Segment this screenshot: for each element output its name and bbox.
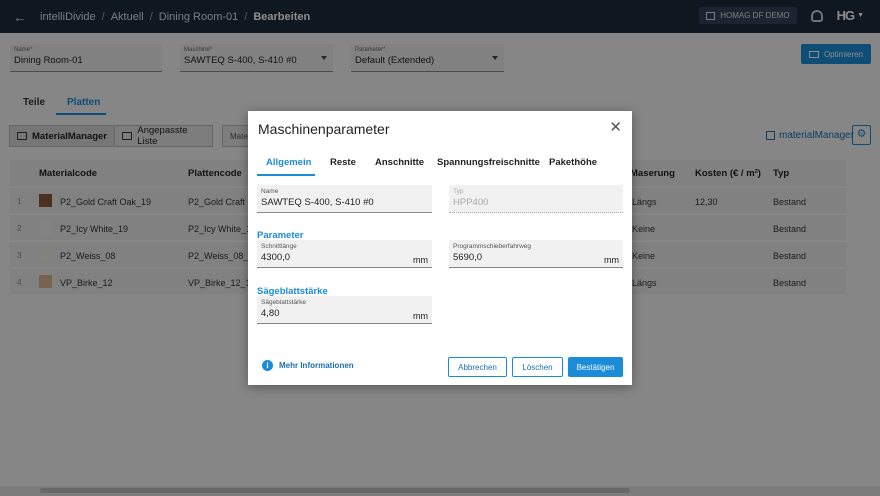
cut-length-label: Schnittlänge	[261, 243, 297, 250]
cut-length-input[interactable]: Schnittlänge 4300,0 mm	[257, 240, 432, 268]
more-info-label: Mehr Informationen	[279, 361, 354, 370]
pusher-travel-value: 5690,0	[453, 252, 483, 263]
type-field-label: Typ	[453, 188, 464, 195]
type-field-value: HPP400	[453, 197, 489, 208]
pusher-travel-input[interactable]: Programmschieberfahrweg 5690,0 mm	[449, 240, 623, 268]
machine-parameters-dialog: Maschinenparameter ✕ Allgemein Reste Ans…	[248, 111, 632, 385]
dialog-title: Maschinenparameter	[258, 121, 390, 137]
unit-label: mm	[604, 255, 619, 265]
tab-reste[interactable]: Reste	[330, 157, 356, 168]
name-input-label: Name	[261, 188, 279, 195]
unit-label: mm	[413, 255, 428, 265]
info-icon: i	[262, 360, 273, 371]
cut-length-value: 4300,0	[261, 252, 291, 263]
tab-pakethoehe[interactable]: Pakethöhe	[549, 157, 597, 168]
close-icon[interactable]: ✕	[609, 118, 622, 136]
tab-allgemein[interactable]: Allgemein	[266, 157, 311, 168]
name-input-value: SAWTEQ S-400, S-410 #0	[261, 197, 374, 208]
tab-spannungsfreischnitte[interactable]: Spannungsfreischnitte	[437, 157, 540, 168]
saw-blade-thickness-label: Sägeblattstärke	[261, 299, 307, 306]
confirm-button[interactable]: Bestätigen	[568, 357, 623, 377]
active-tab-indicator	[257, 174, 315, 176]
pusher-travel-label: Programmschieberfahrweg	[453, 243, 532, 250]
tab-anschnitte[interactable]: Anschnitte	[375, 157, 424, 168]
name-input[interactable]: Name SAWTEQ S-400, S-410 #0	[257, 185, 432, 213]
saw-blade-thickness-input[interactable]: Sägeblattstärke 4,80 mm	[257, 296, 432, 324]
more-info-link[interactable]: i Mehr Informationen	[262, 360, 354, 371]
saw-blade-thickness-value: 4,80	[261, 308, 280, 319]
delete-button[interactable]: Löschen	[512, 357, 563, 377]
cancel-button[interactable]: Abbrechen	[448, 357, 507, 377]
type-field: Typ HPP400	[449, 185, 623, 213]
unit-label: mm	[413, 311, 428, 321]
